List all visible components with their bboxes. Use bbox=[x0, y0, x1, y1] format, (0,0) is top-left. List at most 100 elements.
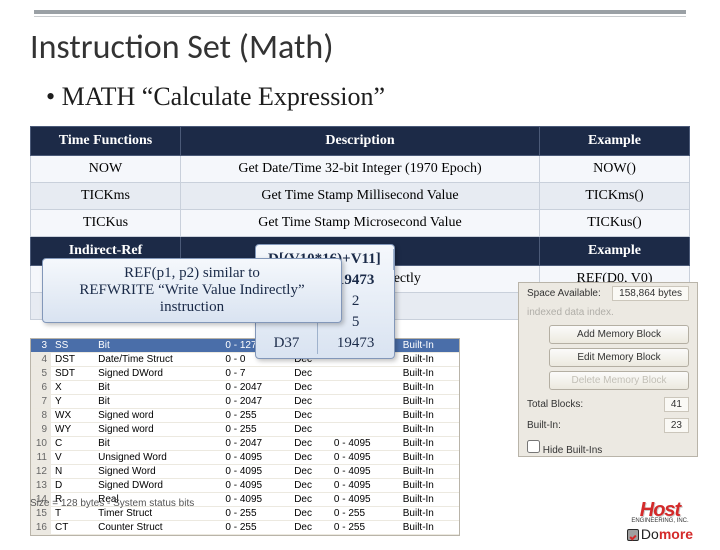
builtin-value: 23 bbox=[664, 418, 689, 433]
grid-cell: 0 - 255 bbox=[330, 507, 399, 521]
grid-cell: Dec bbox=[290, 367, 330, 381]
row-num: 8 bbox=[31, 409, 51, 423]
grid-cell: X bbox=[51, 381, 94, 395]
grid-cell: Dec bbox=[290, 395, 330, 409]
row-num: 16 bbox=[31, 521, 51, 535]
row-num: 5 bbox=[31, 367, 51, 381]
total-blocks-label: Total Blocks: bbox=[527, 399, 583, 410]
th-ex: Example bbox=[540, 127, 690, 156]
memory-panel: Space Available: 158,864 bytes indexed d… bbox=[518, 282, 698, 457]
th-time: Time Functions bbox=[31, 127, 181, 156]
cell: Get Time Stamp Millisecond Value bbox=[181, 183, 540, 210]
grid-cell: Dec bbox=[290, 493, 330, 507]
grid-cell: 0 - 4095 bbox=[330, 437, 399, 451]
status-bar: Size = 128 bytes - System status bits bbox=[30, 498, 194, 509]
grid-cell: Signed word bbox=[94, 409, 221, 423]
table-row[interactable]: 4DSTDate/Time Struct0 - 0DecBuilt-In bbox=[31, 353, 459, 367]
table-row[interactable]: 16CTCounter Struct0 - 255Dec0 - 255Built… bbox=[31, 521, 459, 535]
grid-cell: Built-In bbox=[399, 507, 459, 521]
row-num: 7 bbox=[31, 395, 51, 409]
bullet-math: MATH “Calculate Expression” bbox=[46, 82, 690, 112]
grid-cell: Dec bbox=[290, 479, 330, 493]
table-row[interactable]: 9WYSigned word0 - 255DecBuilt-In bbox=[31, 423, 459, 437]
row-num: 13 bbox=[31, 479, 51, 493]
table-row[interactable]: 13DSigned DWord0 - 4095Dec0 - 4095Built-… bbox=[31, 479, 459, 493]
cell: Get Time Stamp Microsecond Value bbox=[181, 210, 540, 237]
row-num: 3 bbox=[31, 339, 51, 353]
grid-cell: Dec bbox=[290, 437, 330, 451]
grid-cell: Built-In bbox=[399, 367, 459, 381]
logo-sub: ENGINEERING, INC. bbox=[614, 518, 706, 524]
grid-cell: DST bbox=[51, 353, 94, 367]
table-row[interactable]: 10CBit0 - 2047Dec0 - 4095Built-In bbox=[31, 437, 459, 451]
row-num: 6 bbox=[31, 381, 51, 395]
grid-cell: CT bbox=[51, 521, 94, 535]
table-row[interactable]: 11VUnsigned Word0 - 4095Dec0 - 4095Built… bbox=[31, 451, 459, 465]
grid-cell: SS bbox=[51, 339, 94, 353]
edit-memory-button[interactable]: Edit Memory Block bbox=[549, 348, 689, 367]
space-value: 158,864 bytes bbox=[612, 286, 689, 301]
grid-cell: V bbox=[51, 451, 94, 465]
brand-logo: Host ENGINEERING, INC. Domore bbox=[614, 499, 706, 542]
grid-cell: Built-In bbox=[399, 381, 459, 395]
cell: NOW() bbox=[540, 156, 690, 183]
grid-cell: Dec bbox=[290, 465, 330, 479]
hide-builtins-label: Hide Built-Ins bbox=[543, 445, 602, 456]
grid-cell: Built-In bbox=[399, 493, 459, 507]
table-row[interactable]: 6XBit0 - 2047DecBuilt-In bbox=[31, 381, 459, 395]
checkbox-icon bbox=[627, 529, 639, 541]
grid-cell: Bit bbox=[94, 381, 221, 395]
row-num: 4 bbox=[31, 353, 51, 367]
grid-cell: Y bbox=[51, 395, 94, 409]
grid-cell: Built-In bbox=[399, 353, 459, 367]
grid-cell bbox=[330, 381, 399, 395]
cell: Get Date/Time 32-bit Integer (1970 Epoch… bbox=[181, 156, 540, 183]
grid-cell: WX bbox=[51, 409, 94, 423]
grid-cell: Dec bbox=[290, 409, 330, 423]
builtin-label: Built-In: bbox=[527, 420, 561, 431]
row-num: 9 bbox=[31, 423, 51, 437]
cell: TICKus bbox=[31, 210, 181, 237]
grid-cell: 0 - 4095 bbox=[221, 451, 290, 465]
blurb: indexed data index. bbox=[527, 307, 614, 318]
grid-cell: Signed DWord bbox=[94, 367, 221, 381]
cell: NOW bbox=[31, 156, 181, 183]
grid-cell: Built-In bbox=[399, 409, 459, 423]
grid-cell: Dec bbox=[290, 423, 330, 437]
grid-cell: N bbox=[51, 465, 94, 479]
callout-line: REFWRITE “Write Value Indirectly” bbox=[53, 282, 331, 299]
grid-cell: 0 - 7 bbox=[221, 367, 290, 381]
grid-cell: 0 - 255 bbox=[330, 521, 399, 535]
delete-memory-button[interactable]: Delete Memory Block bbox=[549, 371, 689, 390]
add-memory-button[interactable]: Add Memory Block bbox=[549, 325, 689, 344]
grid-cell: 0 - 2047 bbox=[221, 395, 290, 409]
grid-cell: 0 - 255 bbox=[221, 507, 290, 521]
grid-cell bbox=[330, 423, 399, 437]
grid-cell: 0 - 4095 bbox=[221, 493, 290, 507]
table-row[interactable]: 7YBit0 - 2047DecBuilt-In bbox=[31, 395, 459, 409]
table-row[interactable]: 8WXSigned word0 - 255DecBuilt-In bbox=[31, 409, 459, 423]
grid-cell: Dec bbox=[290, 381, 330, 395]
grid-cell bbox=[330, 395, 399, 409]
grid-cell: Built-In bbox=[399, 437, 459, 451]
grid-cell: Built-In bbox=[399, 339, 459, 353]
cell: TICKms bbox=[31, 183, 181, 210]
th-desc: Description bbox=[181, 127, 540, 156]
grid-cell: C bbox=[51, 437, 94, 451]
header-rule-thin bbox=[34, 16, 686, 17]
table-row[interactable]: 12NSigned Word0 - 4095Dec0 - 4095Built-I… bbox=[31, 465, 459, 479]
grid-cell: D bbox=[51, 479, 94, 493]
space-label: Space Available: bbox=[527, 288, 601, 299]
grid-cell: 0 - 4095 bbox=[221, 479, 290, 493]
table-row[interactable]: 3SSBit0 - 127DecBuilt-In bbox=[31, 339, 459, 353]
grid-cell: Bit bbox=[94, 437, 221, 451]
hide-builtins-checkbox[interactable] bbox=[527, 440, 540, 453]
grid-cell: WY bbox=[51, 423, 94, 437]
grid-cell: Bit bbox=[94, 339, 221, 353]
grid-cell: Bit bbox=[94, 395, 221, 409]
ref-callout: REF(p1, p2) similar to REFWRITE “Write V… bbox=[42, 258, 342, 323]
grid-cell: Signed Word bbox=[94, 465, 221, 479]
row-num: 11 bbox=[31, 451, 51, 465]
table-row[interactable]: 5SDTSigned DWord0 - 7DecBuilt-In bbox=[31, 367, 459, 381]
grid-cell: Built-In bbox=[399, 423, 459, 437]
